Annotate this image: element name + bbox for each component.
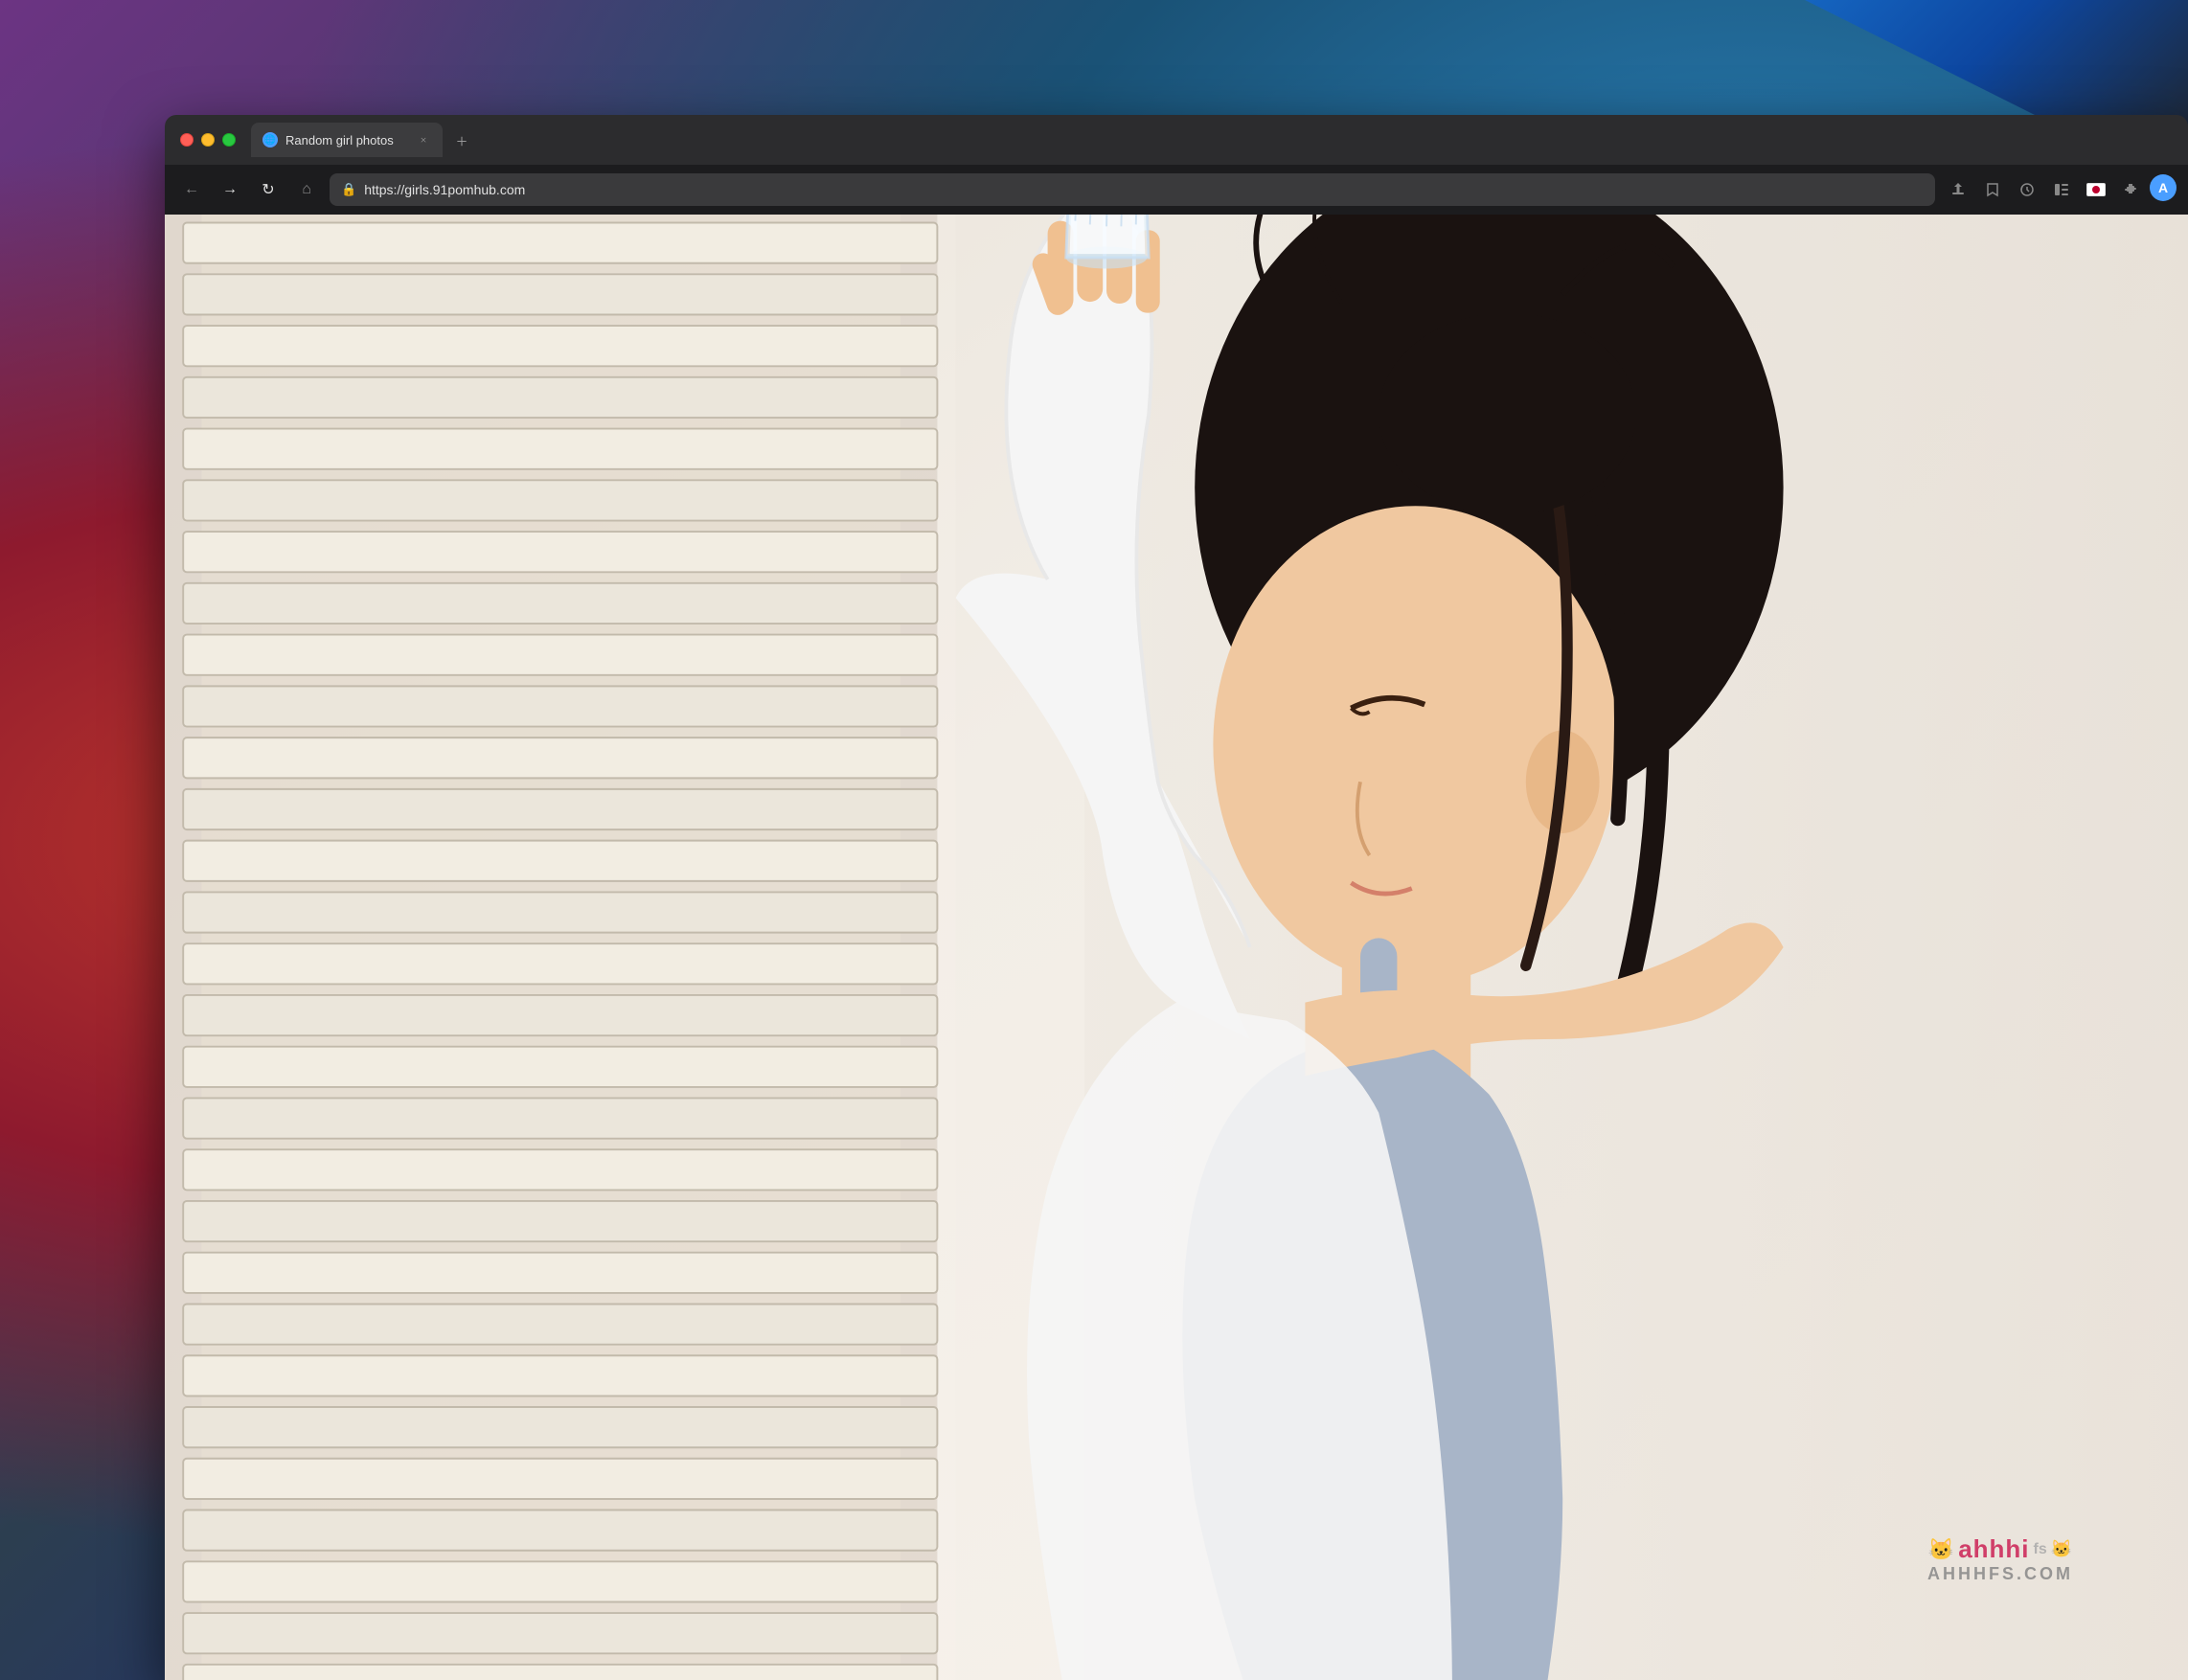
- home-button[interactable]: ⌂: [291, 174, 322, 205]
- forward-button[interactable]: →: [215, 174, 245, 205]
- back-button[interactable]: ←: [176, 174, 207, 205]
- active-tab[interactable]: 🌐 Random girl photos ×: [251, 123, 443, 157]
- browser-window: 🌐 Random girl photos × + ← → ↻ ⌂ 🔒 https…: [165, 115, 2188, 1680]
- profile-button[interactable]: A: [2150, 174, 2177, 201]
- watermark-brand: ahhhi: [1958, 1534, 2029, 1564]
- tab-bar: 🌐 Random girl photos × +: [251, 123, 2173, 157]
- photo-svg: [165, 215, 2188, 1680]
- navigation-bar: ← → ↻ ⌂ 🔒 https://girls.91pomhub.com: [165, 165, 2188, 215]
- traffic-lights: [180, 133, 236, 147]
- watermark-url: AHHHFS.COM: [1927, 1564, 2073, 1584]
- watermark: 🐱 ahhhi fs 🐱 AHHHFS.COM: [1927, 1534, 2073, 1584]
- address-bar[interactable]: 🔒 https://girls.91pomhub.com: [330, 173, 1935, 206]
- tab-close-button[interactable]: ×: [416, 132, 431, 148]
- url-text: https://girls.91pomhub.com: [364, 182, 525, 197]
- maximize-button[interactable]: [222, 133, 236, 147]
- extensions-button[interactable]: [2115, 174, 2146, 205]
- title-bar: 🌐 Random girl photos × +: [165, 115, 2188, 165]
- new-tab-button[interactable]: +: [446, 126, 477, 157]
- bookmark-button[interactable]: [1977, 174, 2008, 205]
- lock-icon: 🔒: [341, 182, 356, 197]
- tab-title: Random girl photos: [285, 133, 408, 148]
- tab-favicon: 🌐: [262, 132, 278, 148]
- nav-actions: A: [1943, 174, 2177, 205]
- refresh-button[interactable]: ↻: [253, 174, 284, 205]
- photo-scene: 🐱 ahhhi fs 🐱 AHHHFS.COM: [165, 215, 2188, 1680]
- japan-flag-button[interactable]: [2081, 174, 2111, 205]
- minimize-button[interactable]: [201, 133, 215, 147]
- history-button[interactable]: [2012, 174, 2042, 205]
- sidebar-button[interactable]: [2046, 174, 2077, 205]
- share-button[interactable]: [1943, 174, 1973, 205]
- close-button[interactable]: [180, 133, 194, 147]
- content-area: 🐱 ahhhi fs 🐱 AHHHFS.COM: [165, 215, 2188, 1680]
